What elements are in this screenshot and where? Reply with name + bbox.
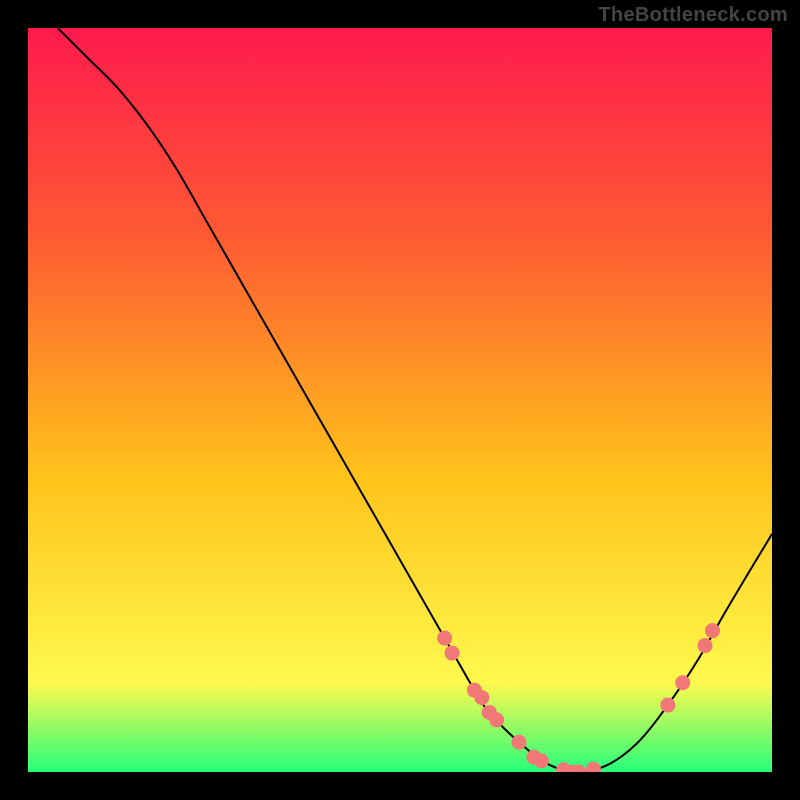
- marker-dot: [437, 631, 452, 646]
- marker-dot: [474, 690, 489, 705]
- marker-dot: [534, 753, 549, 768]
- watermark-text: TheBottleneck.com: [598, 4, 788, 27]
- marker-dot: [489, 712, 504, 727]
- marker-dot: [705, 623, 720, 638]
- marker-dot: [445, 645, 460, 660]
- marker-dot: [512, 735, 527, 750]
- marker-dot: [586, 762, 601, 772]
- dots-layer: [28, 28, 772, 772]
- marker-dot: [675, 675, 690, 690]
- chart-container: TheBottleneck.com: [0, 0, 800, 800]
- plot-area: [28, 28, 772, 772]
- marker-dot: [698, 638, 713, 653]
- marker-dot: [660, 698, 675, 713]
- marker-dots-group: [437, 623, 720, 772]
